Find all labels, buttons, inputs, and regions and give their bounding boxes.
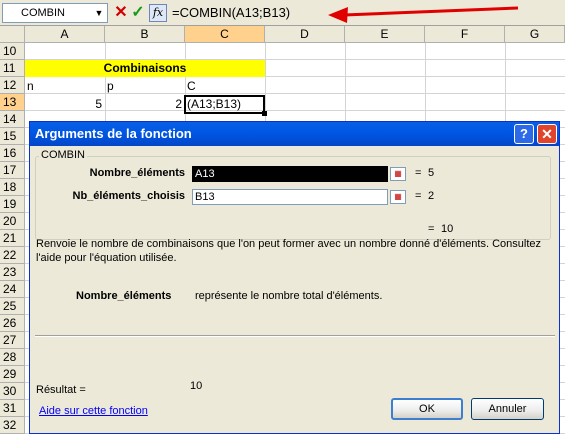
function-name-label: COMBIN [39,149,87,162]
row-header[interactable]: 17 [0,162,25,179]
row-header[interactable]: 32 [0,417,25,434]
separator [35,335,555,337]
row-header[interactable]: 23 [0,264,25,281]
arg-result-nb-choisis: 2 [428,190,435,202]
cell-a13[interactable]: 5 [27,96,102,112]
column-header-a[interactable]: A [25,26,105,43]
help-icon[interactable]: ? [514,124,534,144]
insert-function-icon[interactable]: fx [149,4,167,22]
arg-label-nb-choisis: Nb_éléments_choisis [72,190,186,202]
arg-label-nombre: Nombre_éléments [89,167,185,179]
row-header[interactable]: 24 [0,281,25,298]
ok-button[interactable]: OK [391,398,463,420]
cancel-button[interactable]: Annuler [471,398,544,420]
row-header[interactable]: 26 [0,315,25,332]
row-header[interactable]: 20 [0,213,25,230]
arg-result-nombre: 5 [428,167,435,179]
active-cell-border [184,95,265,114]
cell-c12[interactable]: C [187,78,263,94]
arg-help-name: Nombre_éléments [76,290,172,302]
row-header[interactable]: 30 [0,383,25,400]
row-header[interactable]: 18 [0,179,25,196]
formula-input[interactable]: =COMBIN(A13;B13) [172,3,290,23]
row-header[interactable]: 21 [0,230,25,247]
row-header[interactable]: 16 [0,145,25,162]
row-header[interactable]: 15 [0,128,25,145]
column-header-b[interactable]: B [105,26,185,43]
help-link[interactable]: Aide sur cette fonction [39,404,148,418]
row-header[interactable]: 19 [0,196,25,213]
row-header[interactable]: 13 [0,94,25,111]
close-icon[interactable]: ✕ [537,124,557,144]
column-header-f[interactable]: F [425,26,505,43]
column-header-e[interactable]: E [345,26,425,43]
arg-equals: = [415,190,422,202]
column-header-d[interactable]: D [265,26,345,43]
dialog-title[interactable]: Arguments de la fonction [30,122,559,146]
select-all-corner[interactable] [0,26,25,43]
result-label: Résultat = [36,384,86,396]
title-cell[interactable]: Combinaisons [25,60,265,77]
row-header[interactable]: 12 [0,77,25,94]
function-description: Renvoie le nombre de combinaisons que l'… [36,238,541,264]
collapse-dialog-icon[interactable]: ▦ [390,167,406,181]
grid-row [25,77,565,94]
red-arrow-annotation [328,6,519,23]
result-value: 10 [190,380,203,392]
arg-input-nombre[interactable]: A13 [192,166,388,182]
cell-a12[interactable]: n [27,78,103,94]
column-header-c[interactable]: C [185,26,265,43]
row-header[interactable]: 10 [0,43,25,60]
cell-b13[interactable]: 2 [107,96,182,112]
row-header[interactable]: 11 [0,60,25,77]
collapse-dialog-icon[interactable]: ▦ [390,190,406,204]
chevron-down-icon[interactable]: ▼ [92,5,106,21]
formula-result-equals: = [428,223,435,235]
row-header[interactable]: 31 [0,400,25,417]
column-header-g[interactable]: G [505,26,565,43]
formula-result-value: 10 [441,223,454,235]
grid-row [25,94,565,111]
row-header[interactable]: 25 [0,298,25,315]
cell-b12[interactable]: p [107,78,183,94]
function-arguments-dialog: Arguments de la fonction ? ✕ COMBIN Nomb… [29,121,560,434]
row-header[interactable]: 28 [0,349,25,366]
arg-help-text: représente le nombre total d'éléments. [195,290,383,302]
arg-equals: = [415,167,422,179]
row-header[interactable]: 22 [0,247,25,264]
arg-input-nb-choisis[interactable]: B13 [192,189,388,205]
fill-handle[interactable] [262,111,267,116]
cancel-icon[interactable]: ✕ [113,3,129,23]
grid-row [25,43,565,60]
enter-icon[interactable]: ✓ [130,3,146,23]
row-header[interactable]: 29 [0,366,25,383]
row-header[interactable]: 27 [0,332,25,349]
row-header[interactable]: 14 [0,111,25,128]
